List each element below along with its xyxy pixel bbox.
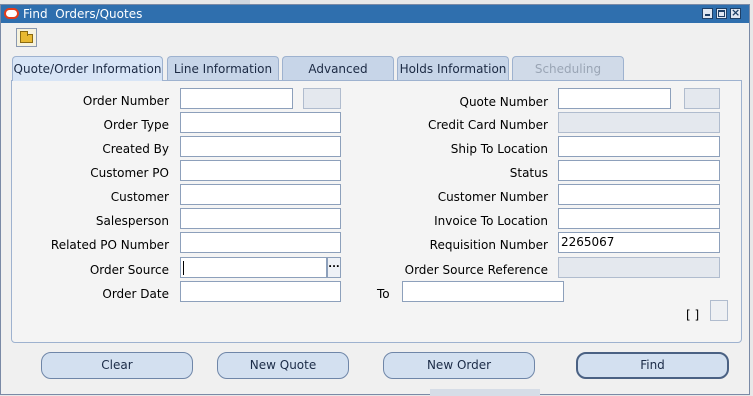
tab-line-information[interactable]: Line Information bbox=[167, 56, 279, 80]
order-date-to-field[interactable] bbox=[402, 281, 564, 302]
quote-number-field[interactable] bbox=[558, 88, 671, 109]
title-bar: Find Orders/Quotes bbox=[1, 5, 749, 23]
open-folder-icon bbox=[20, 31, 33, 43]
related-po-number-field[interactable] bbox=[180, 232, 341, 253]
order-number-label: Order Number bbox=[82, 94, 169, 108]
order-date-to-label: To bbox=[377, 287, 390, 301]
credit-card-number-field bbox=[558, 112, 720, 133]
order-source-reference-label: Order Source Reference bbox=[404, 263, 548, 277]
oracle-icon bbox=[4, 8, 19, 19]
customer-number-field[interactable] bbox=[558, 184, 720, 205]
customer-number-label: Customer Number bbox=[437, 190, 548, 204]
quote-number-label: Quote Number bbox=[459, 95, 549, 109]
minimize-icon[interactable] bbox=[702, 8, 713, 19]
customer-po-label: Customer PO bbox=[90, 166, 169, 180]
close-icon[interactable] bbox=[730, 6, 741, 20]
order-date-from-field[interactable] bbox=[180, 281, 341, 302]
maximize-icon[interactable] bbox=[716, 8, 727, 19]
tab-advanced[interactable]: Advanced bbox=[282, 56, 394, 80]
order-source-label: Order Source bbox=[89, 263, 169, 277]
background-window-fragment-bottom bbox=[430, 389, 540, 396]
clear-button[interactable]: Clear bbox=[41, 352, 193, 379]
find-button[interactable]: Find bbox=[576, 352, 729, 379]
customer-po-field[interactable] bbox=[180, 160, 341, 181]
related-po-number-label: Related PO Number bbox=[50, 238, 169, 252]
new-quote-button[interactable]: New Quote bbox=[217, 352, 349, 379]
status-label: Status bbox=[509, 166, 548, 180]
salesperson-field[interactable] bbox=[180, 208, 341, 229]
text-cursor bbox=[183, 261, 184, 275]
order-number-extra-field bbox=[303, 88, 341, 109]
new-order-button[interactable]: New Order bbox=[383, 352, 535, 379]
customer-field[interactable] bbox=[180, 184, 341, 205]
ship-to-location-field[interactable] bbox=[558, 136, 720, 157]
requisition-number-field[interactable]: 2265067 bbox=[558, 232, 720, 253]
tab-holds-information[interactable]: Holds Information bbox=[397, 56, 509, 80]
order-number-field[interactable] bbox=[180, 88, 293, 109]
window-title: Find Orders/Quotes bbox=[23, 7, 143, 21]
created-by-label: Created By bbox=[102, 142, 169, 156]
order-type-label: Order Type bbox=[103, 118, 169, 132]
customer-label: Customer bbox=[110, 190, 169, 204]
order-source-field[interactable] bbox=[180, 257, 327, 278]
invoice-to-location-field[interactable] bbox=[558, 208, 720, 229]
open-folder-button[interactable] bbox=[16, 28, 37, 47]
order-date-label: Order Date bbox=[102, 287, 169, 301]
folder-indicator-text: [ ] bbox=[686, 308, 700, 322]
salesperson-label: Salesperson bbox=[95, 214, 169, 228]
tab-quote-order-information[interactable]: Quote/Order Information bbox=[12, 56, 163, 81]
ship-to-location-label: Ship To Location bbox=[450, 142, 548, 156]
order-type-field[interactable] bbox=[180, 112, 341, 133]
order-source-reference-field bbox=[558, 257, 720, 278]
requisition-number-label: Requisition Number bbox=[429, 238, 548, 252]
quote-number-extra-field bbox=[684, 88, 720, 109]
tab-scheduling: Scheduling bbox=[512, 56, 624, 80]
order-source-lov-button[interactable]: ... bbox=[327, 257, 341, 278]
status-field[interactable] bbox=[558, 160, 720, 181]
created-by-field[interactable] bbox=[180, 136, 341, 157]
credit-card-number-label: Credit Card Number bbox=[428, 118, 548, 132]
invoice-to-location-label: Invoice To Location bbox=[434, 214, 548, 228]
descriptive-flexfield-box[interactable] bbox=[710, 300, 728, 321]
